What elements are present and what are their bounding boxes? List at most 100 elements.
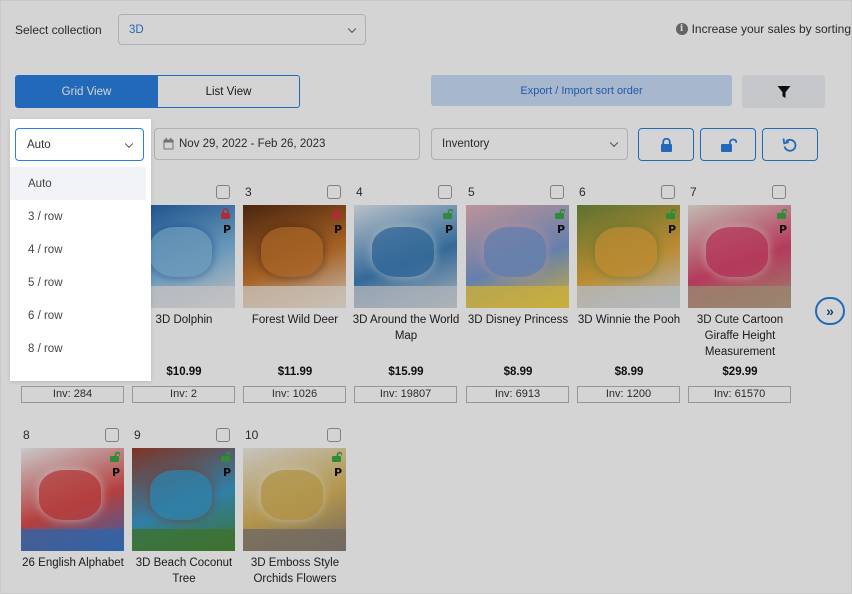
- room-floor: [243, 529, 346, 551]
- product-name: 3D Disney Princess: [467, 314, 569, 326]
- product-checkbox[interactable]: [105, 428, 119, 442]
- pinned-badge: P: [667, 223, 676, 236]
- info-banner: i Increase your sales by sorting: [675, 22, 851, 36]
- product-checkbox[interactable]: [327, 428, 341, 442]
- product-art: [150, 470, 212, 520]
- product-name: 3D Around the World Map: [352, 314, 460, 342]
- product-art: [595, 227, 657, 277]
- chevron-down-icon: [124, 139, 134, 148]
- product-image[interactable]: P: [688, 205, 791, 308]
- product-image[interactable]: P: [354, 205, 457, 308]
- per-row-option[interactable]: 6 / row: [10, 299, 146, 332]
- inventory-count: Inv: 2: [132, 386, 235, 403]
- unlock-all-button[interactable]: [700, 128, 756, 161]
- sort-value: Inventory: [442, 138, 490, 150]
- per-row-option[interactable]: 4 / row: [10, 233, 146, 266]
- info-icon: i: [675, 23, 688, 35]
- product-art: [484, 227, 546, 277]
- view-toggle: Grid View List View: [15, 75, 300, 108]
- product-checkbox[interactable]: [327, 185, 341, 199]
- product-image[interactable]: P: [132, 448, 235, 551]
- unlocked-icon[interactable]: [220, 451, 232, 462]
- unlocked-icon[interactable]: [442, 208, 454, 219]
- product-number: 7: [690, 185, 697, 199]
- lock-icon: [660, 137, 672, 152]
- per-row-option[interactable]: 5 / row: [10, 266, 146, 299]
- locked-icon[interactable]: [331, 208, 342, 219]
- per-row-option[interactable]: 3 / row: [10, 200, 146, 233]
- product-price: $11.99: [277, 366, 313, 378]
- product-number: 9: [134, 428, 141, 442]
- sort-select[interactable]: Inventory: [431, 128, 628, 160]
- product-checkbox[interactable]: [216, 185, 230, 199]
- product-image[interactable]: P: [21, 448, 124, 551]
- list-view-button[interactable]: List View: [158, 75, 300, 108]
- date-range-picker[interactable]: Nov 29, 2022 - Feb 26, 2023: [154, 128, 420, 160]
- product-price: $8.99: [503, 366, 533, 378]
- unlocked-icon[interactable]: [665, 208, 677, 219]
- date-range-text: Nov 29, 2022 - Feb 26, 2023: [179, 138, 326, 150]
- product-art: [150, 227, 212, 277]
- next-page-button[interactable]: »: [815, 297, 845, 325]
- inventory-count: Inv: 1026: [243, 386, 346, 403]
- double-chevron-right-icon: »: [826, 303, 834, 319]
- calendar-icon: [163, 138, 174, 150]
- pinned-badge: P: [333, 466, 342, 479]
- filter-icon: [777, 85, 790, 98]
- inventory-count: Inv: 1200: [577, 386, 680, 403]
- unlocked-icon[interactable]: [554, 208, 566, 219]
- product-checkbox[interactable]: [661, 185, 675, 199]
- lock-all-button[interactable]: [638, 128, 694, 161]
- product-checkbox[interactable]: [438, 185, 452, 199]
- chevron-down-icon: [609, 138, 619, 148]
- unlocked-icon[interactable]: [109, 451, 121, 462]
- product-number: 6: [579, 185, 586, 199]
- product-image[interactable]: P: [466, 205, 569, 308]
- inventory-count: Inv: 19807: [354, 386, 457, 403]
- product-name: 3D Beach Coconut Tree: [135, 557, 233, 585]
- product-number: 8: [23, 428, 30, 442]
- undo-icon: [782, 137, 797, 152]
- product-number: 3: [245, 185, 252, 199]
- collection-label: Select collection: [15, 23, 102, 37]
- per-row-dropdown: Auto Auto 3 / row 4 / row 5 / row 6 / row 8 /…: [10, 119, 151, 381]
- reset-button[interactable]: [762, 128, 818, 161]
- locked-icon[interactable]: [220, 208, 231, 219]
- product-price: $29.99: [722, 366, 758, 378]
- product-number: 4: [356, 185, 363, 199]
- product-art: [261, 227, 323, 277]
- per-row-option[interactable]: Auto: [10, 167, 146, 200]
- per-row-option[interactable]: 8 / row: [10, 332, 146, 365]
- pinned-badge: P: [111, 466, 120, 479]
- inventory-count: Inv: 61570: [688, 386, 791, 403]
- product-image[interactable]: P: [577, 205, 680, 308]
- room-floor: [243, 286, 346, 308]
- product-name: 3D Winnie the Pooh: [577, 314, 681, 326]
- per-row-value: Auto: [27, 138, 51, 151]
- unlocked-icon[interactable]: [776, 208, 788, 219]
- product-image[interactable]: P: [243, 205, 346, 308]
- product-number: 5: [468, 185, 475, 199]
- grid-view-button[interactable]: Grid View: [15, 75, 158, 108]
- collection-select[interactable]: 3D: [118, 14, 366, 45]
- collection-value: 3D: [129, 23, 144, 36]
- pinned-badge: P: [333, 223, 342, 236]
- inventory-count: Inv: 284: [21, 386, 124, 403]
- unlocked-icon[interactable]: [331, 451, 343, 462]
- product-name: Forest Wild Deer: [251, 314, 339, 326]
- product-checkbox[interactable]: [772, 185, 786, 199]
- export-import-button[interactable]: Export / Import sort order: [431, 75, 732, 106]
- page: Select collection 3D i Increase your sal…: [0, 0, 852, 594]
- product-image[interactable]: P: [243, 448, 346, 551]
- product-art: [706, 227, 768, 277]
- product-art: [261, 470, 323, 520]
- product-checkbox[interactable]: [550, 185, 564, 199]
- filter-button[interactable]: [742, 75, 825, 108]
- per-row-select[interactable]: Auto: [15, 128, 144, 161]
- pinned-badge: P: [222, 223, 231, 236]
- product-price: $8.99: [614, 366, 644, 378]
- room-floor: [132, 529, 235, 551]
- product-checkbox[interactable]: [216, 428, 230, 442]
- pinned-badge: P: [556, 223, 565, 236]
- pinned-badge: P: [444, 223, 453, 236]
